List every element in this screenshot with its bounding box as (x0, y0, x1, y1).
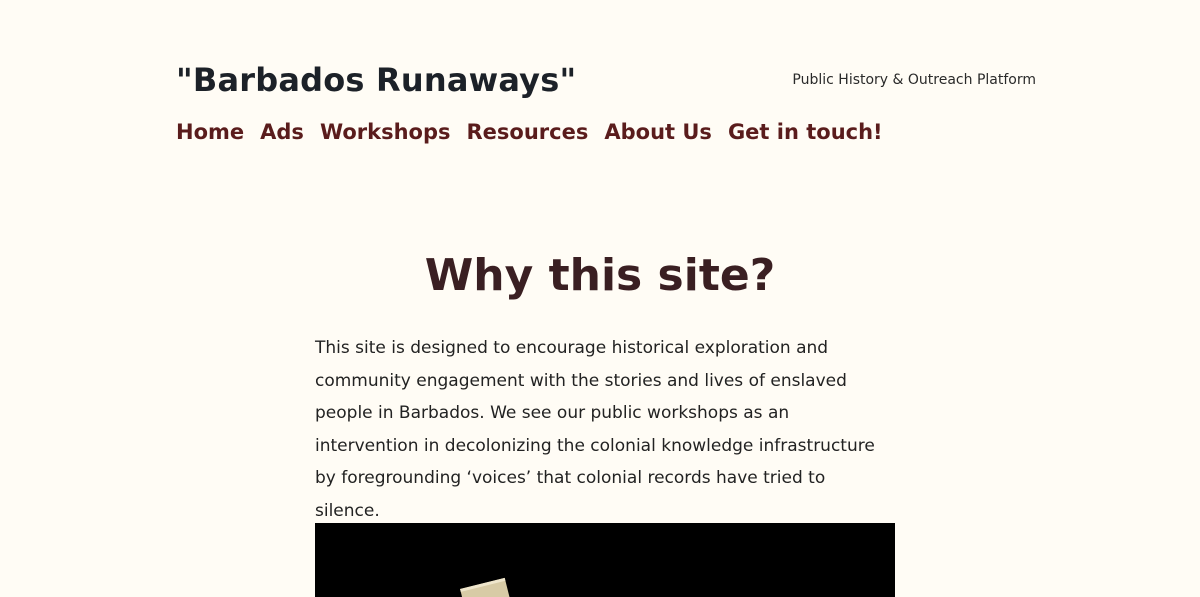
nav-item-home[interactable]: Home (176, 117, 244, 147)
document-photo (460, 577, 512, 597)
featured-image (315, 523, 895, 597)
site-tagline: Public History & Outreach Platform (792, 72, 1036, 88)
nav-item-workshops[interactable]: Workshops (320, 117, 451, 147)
nav-item-ads[interactable]: Ads (260, 117, 304, 147)
nav-item-about-us[interactable]: About Us (604, 117, 712, 147)
intro-paragraph: This site is designed to encourage histo… (315, 338, 875, 521)
site-header: "Barbados Runaways" Public History & Out… (176, 56, 1036, 104)
main-nav: Home Ads Workshops Resources About Us Ge… (176, 117, 883, 147)
page-title: Why this site? (424, 250, 776, 301)
nav-item-get-in-touch[interactable]: Get in touch! (728, 117, 883, 147)
nav-item-resources[interactable]: Resources (467, 117, 589, 147)
